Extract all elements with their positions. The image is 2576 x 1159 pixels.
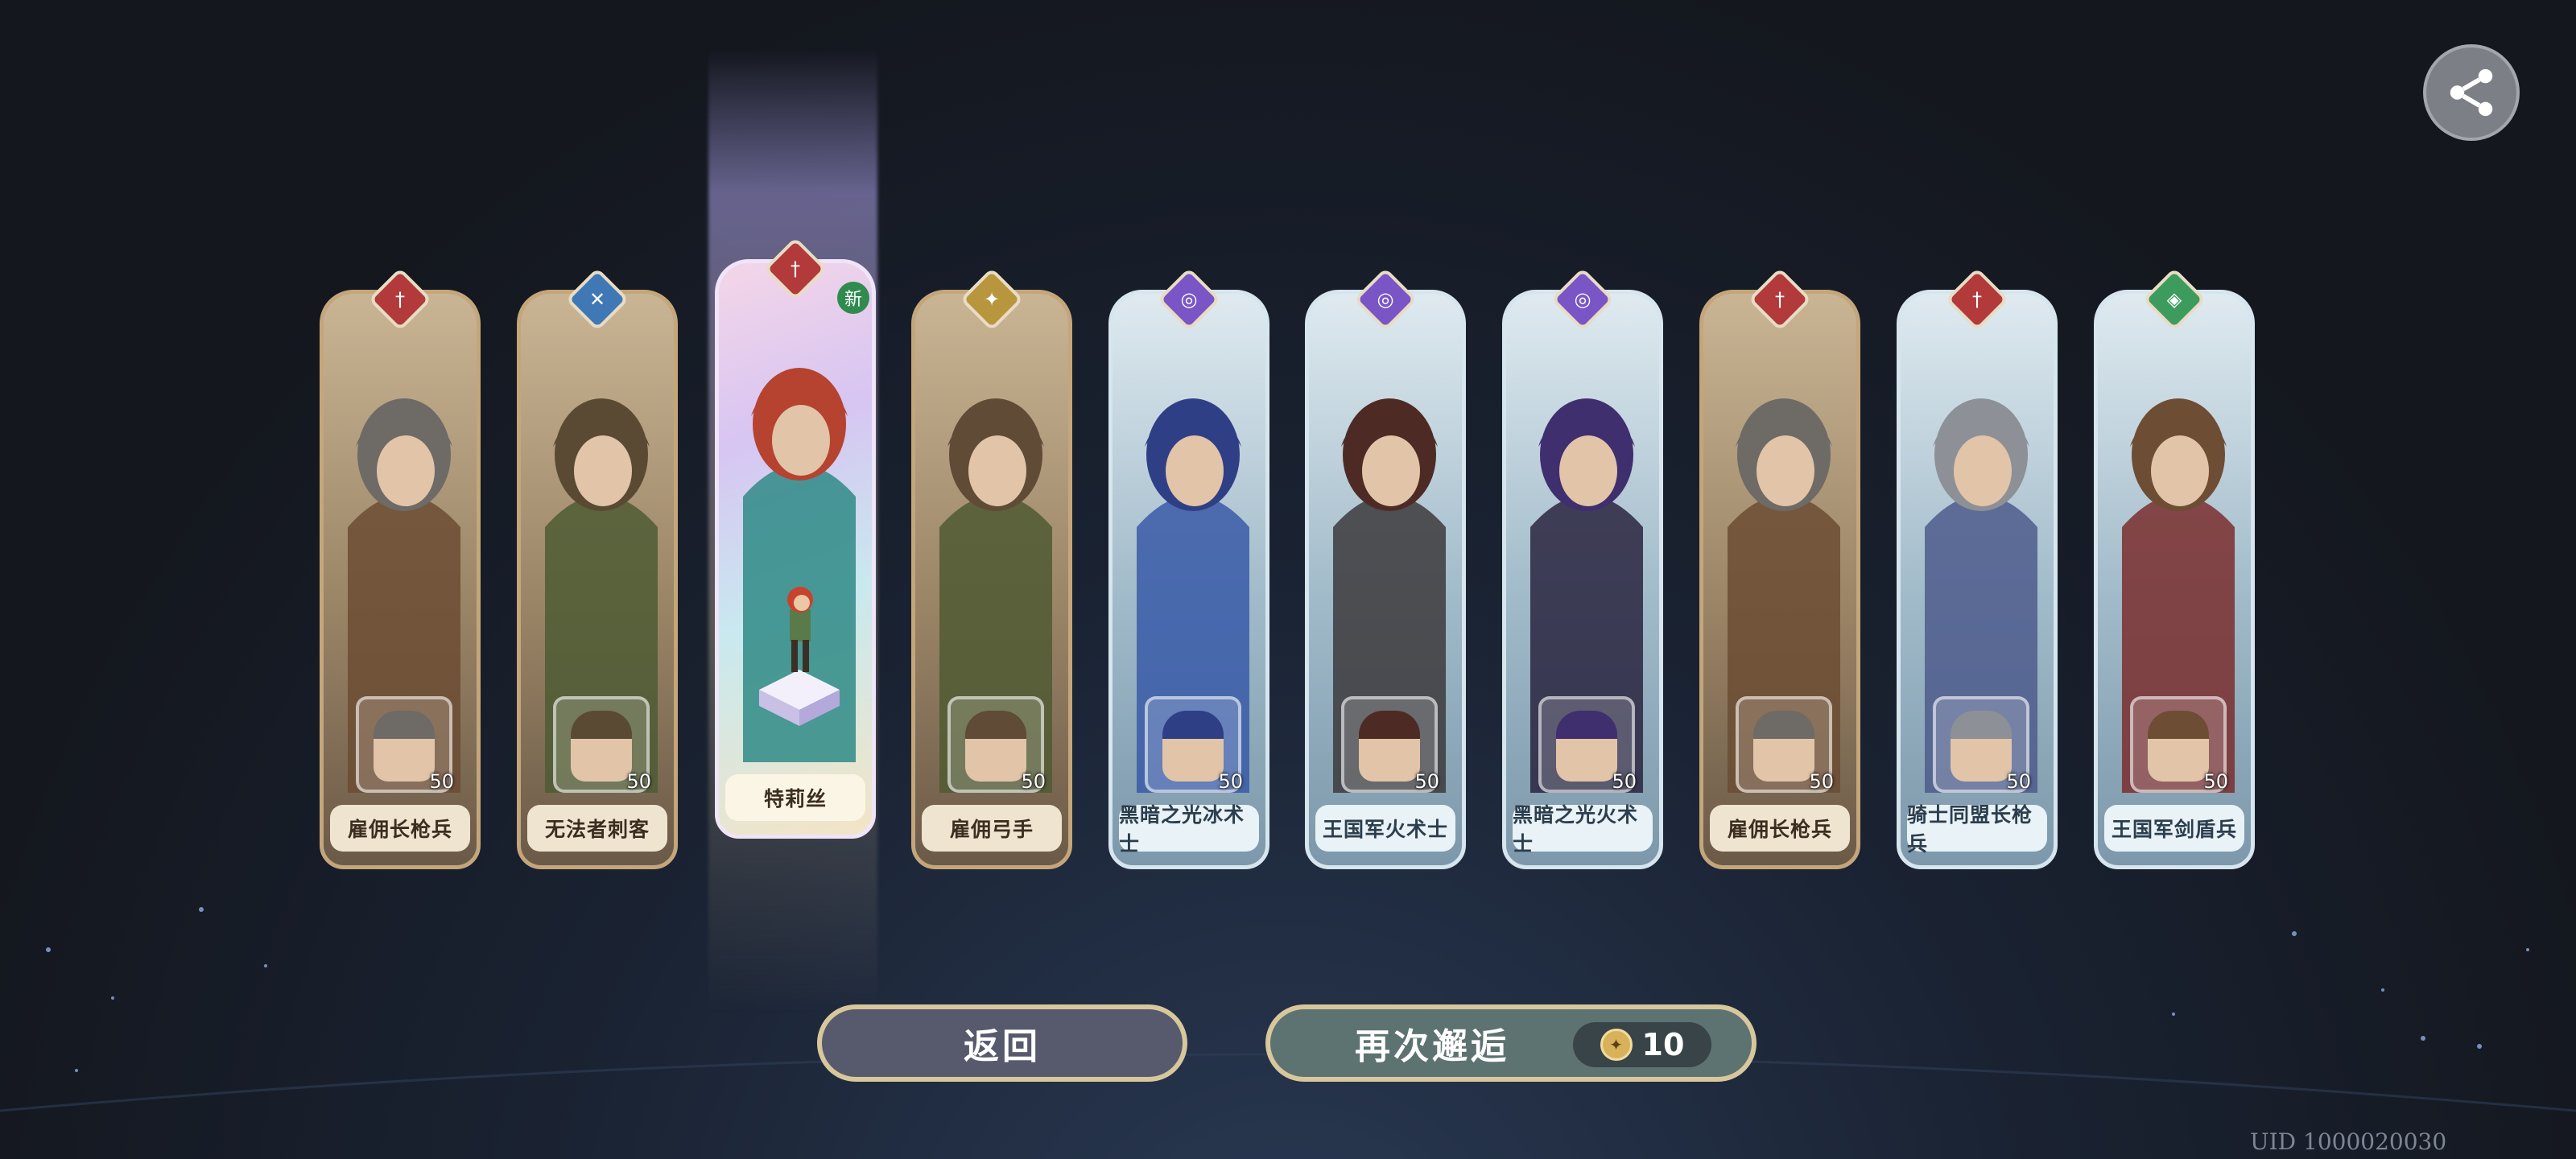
hero-thumbnail: 50 xyxy=(2130,696,2228,793)
hero-card[interactable]: 50 王国军剑盾兵 ◈ xyxy=(2094,267,2255,869)
hero-card[interactable]: 50 黑暗之光冰术士 ◎ xyxy=(1108,267,1269,869)
hero-thumbnail-face xyxy=(1556,711,1617,782)
hero-level: 50 xyxy=(1414,770,1439,793)
hero-thumbnail-face xyxy=(1162,711,1224,782)
hero-thumbnail-face xyxy=(965,711,1026,782)
hero-name: 王国军剑盾兵 xyxy=(2104,805,2244,852)
hero-sprite xyxy=(759,587,840,726)
hero-thumbnail: 50 xyxy=(553,696,651,793)
hero-level: 50 xyxy=(2006,770,2031,793)
hero-thumbnail: 50 xyxy=(1736,696,1834,793)
hero-level: 50 xyxy=(1021,770,1046,793)
hero-card-frame: 50 雇佣弓手 xyxy=(911,290,1072,869)
back-button[interactable]: 返回 xyxy=(817,1004,1187,1082)
hero-card-frame: 50 骑士同盟长枪兵 xyxy=(1897,290,2058,869)
class-glyph: † xyxy=(1775,288,1785,311)
hero-name: 黑暗之光火术士 xyxy=(1513,803,1653,856)
hero-thumbnail: 50 xyxy=(1145,696,1243,793)
summon-cost: ✦ 10 xyxy=(1573,1022,1711,1067)
hero-level: 50 xyxy=(1809,770,1834,793)
class-glyph: ◎ xyxy=(1377,288,1394,311)
class-glyph: ✕ xyxy=(588,288,606,311)
summon-again-label: 再次邂逅 xyxy=(1355,1026,1509,1067)
summon-cost-amount: 10 xyxy=(1641,1027,1685,1062)
hero-name: 王国军火术士 xyxy=(1315,805,1455,852)
hero-card[interactable]: 50 雇佣长枪兵 † xyxy=(320,267,481,869)
hero-name: 特莉丝 xyxy=(725,774,865,821)
hero-name: 雇佣弓手 xyxy=(922,805,1062,852)
hero-name: 黑暗之光冰术士 xyxy=(1119,803,1259,856)
hero-thumbnail: 50 xyxy=(947,696,1046,793)
hero-card-frame: 50 黑暗之光冰术士 xyxy=(1108,290,1269,869)
hero-level: 50 xyxy=(429,770,454,793)
summon-results: 50 雇佣长枪兵 † 50 无法者刺客 ✕ 特莉丝 † 新 50 雇佣弓手 ✦ 50 黑暗之光冰术士 ◎ 50… xyxy=(0,0,2576,1159)
hero-card[interactable]: 特莉丝 † 新 xyxy=(715,237,876,839)
class-glyph: ✦ xyxy=(983,288,1001,311)
hero-name: 雇佣长枪兵 xyxy=(1710,805,1850,852)
class-glyph: † xyxy=(1972,288,1982,311)
new-badge: 新 xyxy=(837,282,869,314)
hero-name: 无法者刺客 xyxy=(527,805,667,852)
hero-thumbnail-face xyxy=(374,711,435,782)
hero-level: 50 xyxy=(626,770,651,793)
class-glyph: † xyxy=(395,288,405,311)
hero-level: 50 xyxy=(2203,770,2228,793)
hero-thumbnail-face xyxy=(1753,711,1814,782)
hero-thumbnail-face xyxy=(1359,711,1420,782)
class-glyph: ◎ xyxy=(1574,288,1591,311)
hero-card-frame: 50 雇佣长枪兵 xyxy=(1699,290,1860,869)
hero-thumbnail: 50 xyxy=(356,696,454,793)
hero-card[interactable]: 50 雇佣长枪兵 † xyxy=(1699,267,1860,869)
hero-card[interactable]: 50 雇佣弓手 ✦ xyxy=(911,267,1072,869)
hero-level: 50 xyxy=(1218,770,1243,793)
hero-thumbnail-face xyxy=(2148,711,2209,782)
hero-card-frame: 50 王国军剑盾兵 xyxy=(2094,290,2255,869)
summon-ticket-icon: ✦ xyxy=(1600,1029,1633,1061)
hero-card[interactable]: 50 王国军火术士 ◎ xyxy=(1305,267,1466,869)
hero-card[interactable]: 50 黑暗之光火术士 ◎ xyxy=(1502,267,1663,869)
hero-thumbnail: 50 xyxy=(1538,696,1637,793)
hero-name: 雇佣长枪兵 xyxy=(330,805,470,852)
hero-thumbnail: 50 xyxy=(1933,696,2031,793)
hero-card[interactable]: 50 骑士同盟长枪兵 † xyxy=(1897,267,2058,869)
hero-thumbnail: 50 xyxy=(1341,696,1439,793)
hero-card-frame: 50 黑暗之光火术士 xyxy=(1502,290,1663,869)
hero-thumbnail-face xyxy=(571,711,632,782)
hero-level: 50 xyxy=(1612,770,1637,793)
class-glyph: ◎ xyxy=(1180,288,1198,311)
back-button-label: 返回 xyxy=(964,1026,1041,1067)
hero-name: 骑士同盟长枪兵 xyxy=(1907,803,2047,856)
hero-card-frame: 特莉丝 xyxy=(715,259,876,839)
hero-card-frame: 50 雇佣长枪兵 xyxy=(320,290,481,869)
summon-again-button[interactable]: 再次邂逅 ✦ 10 xyxy=(1265,1004,1757,1082)
uid-label: UID 1000020030 xyxy=(2250,1128,2447,1155)
hero-card-frame: 50 无法者刺客 xyxy=(517,290,678,869)
class-glyph: † xyxy=(791,258,800,280)
hero-card-frame: 50 王国军火术士 xyxy=(1305,290,1466,869)
hero-card[interactable]: 50 无法者刺客 ✕ xyxy=(517,267,678,869)
hero-thumbnail-face xyxy=(1951,711,2012,782)
class-glyph: ◈ xyxy=(2166,288,2182,311)
